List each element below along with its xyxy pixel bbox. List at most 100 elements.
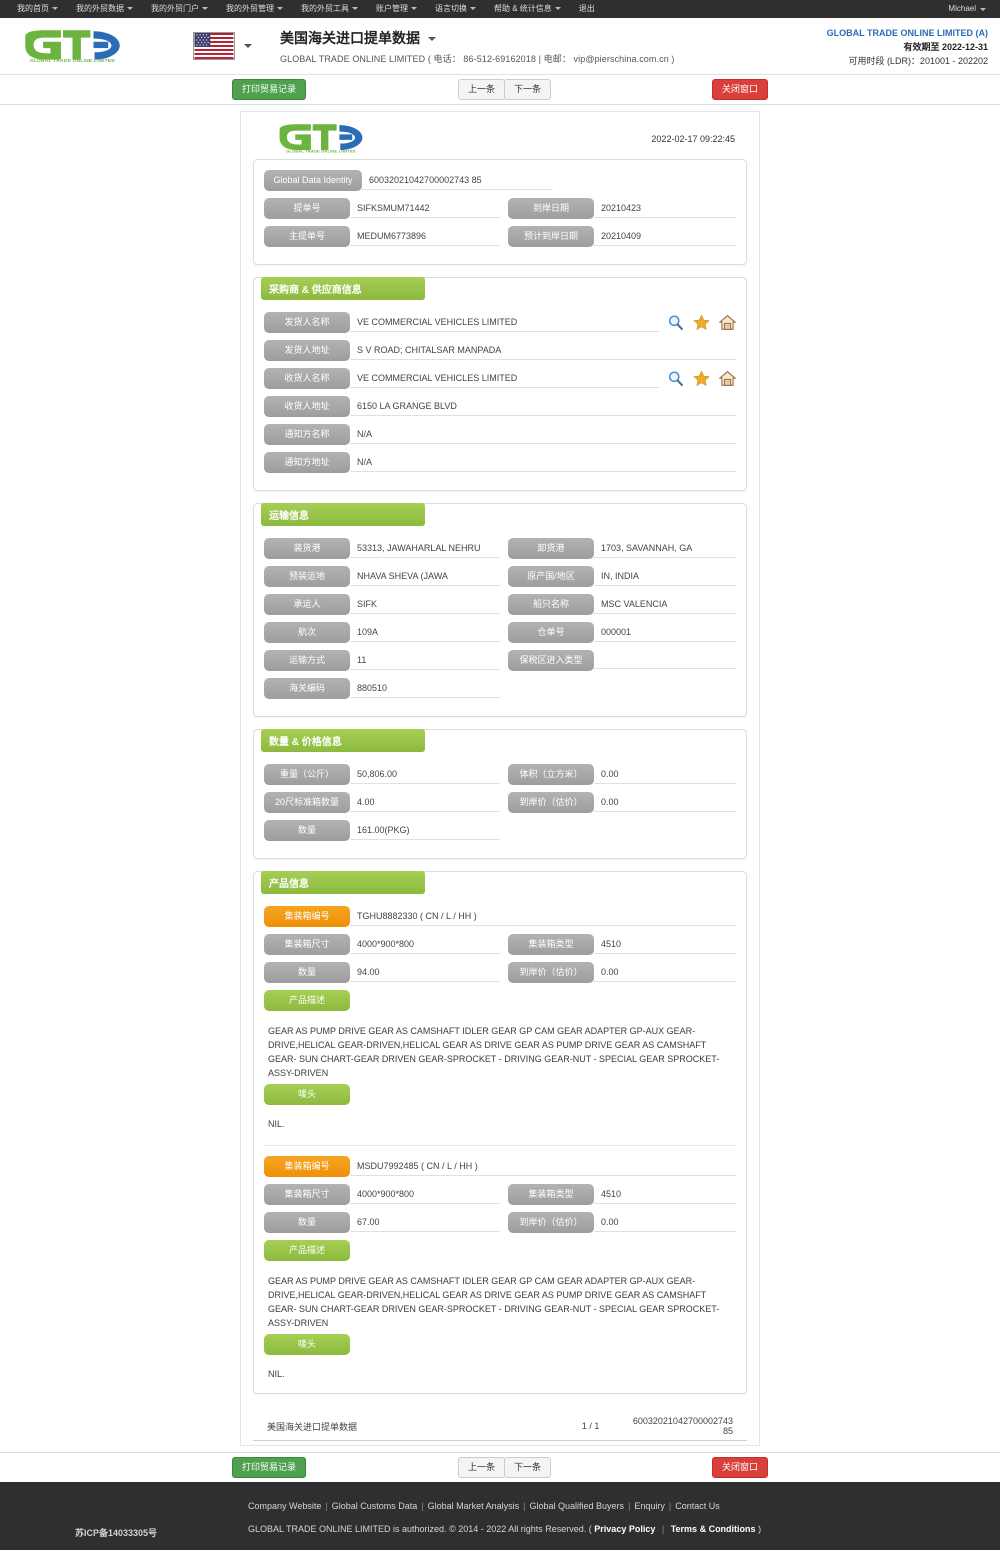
previous-record-button[interactable]: 上一条 (458, 79, 506, 100)
field-pair: 仓单号 000001 (500, 622, 736, 643)
transport-card: 运输信息 装货港 53313, JAWAHARLAL NEHRU 卸货港 1703, … (253, 503, 747, 717)
account-ldr-range: 可用时段 (LDR)：201001 - 202202 (848, 56, 988, 66)
user-menu-label[interactable]: Michael (939, 0, 985, 18)
field-value: 6150 LA GRANGE BLVD (350, 397, 736, 416)
print-record-button[interactable]: 打印贸易记录 (232, 79, 307, 100)
home-icon[interactable] (719, 314, 736, 331)
field-pair: 航次 109A (264, 622, 500, 643)
country-selector[interactable] (193, 32, 252, 60)
field-value: MSC VALENCIA (594, 595, 736, 614)
home-icon[interactable] (719, 370, 736, 387)
account-info: GLOBAL TRADE ONLINE LIMITED (A) 有效期至 202… (827, 26, 988, 68)
field-row: 数量 67.00 到岸价（估价） 0.00 (264, 1212, 736, 1233)
field-row: 发货人地址 S V ROAD; CHITALSAR MANPADA (264, 340, 736, 361)
terms-conditions-link[interactable]: Terms & Conditions (671, 1524, 756, 1534)
nav-item-6[interactable]: 语言切换 (426, 0, 485, 18)
company-contact-subtitle: GLOBAL TRADE ONLINE LIMITED ( 电话： 86-512… (280, 53, 675, 64)
page-title: 美国海关进口提单数据 (280, 29, 420, 46)
nav-item-5[interactable]: 账户管理 (367, 0, 426, 18)
chevron-down-icon (202, 7, 208, 11)
field-row: 航次 109A 仓单号 000001 (264, 622, 736, 643)
field-label: 承运人 (264, 594, 350, 615)
field-value: 109A (350, 623, 500, 642)
field-row: 集装箱编号 TGHU8882330 ( CN / L / HH ) (264, 906, 736, 927)
nav-item-label: 我的外贸门户 (151, 4, 199, 13)
field-row: 数量 94.00 到岸价（估价） 0.00 (264, 962, 736, 983)
field-row: 装货港 53313, JAWAHARLAL NEHRU 卸货港 1703, SAVAN… (264, 538, 736, 559)
svg-text:GLOBAL TRADE ONLINE LIMITED: GLOBAL TRADE ONLINE LIMITED (30, 58, 116, 63)
page-footer: 苏ICP备14033305号 Company Website | Global Cu… (0, 1482, 1000, 1550)
nav-item-8[interactable]: 退出 (570, 0, 604, 18)
footer-link-5[interactable]: Contact Us (675, 1501, 720, 1511)
next-record-button[interactable]: 下一条 (504, 79, 552, 100)
transport-rows: 装货港 53313, JAWAHARLAL NEHRU 卸货港 1703, SAVAN… (264, 538, 736, 699)
star-icon[interactable] (693, 314, 710, 331)
star-icon[interactable] (693, 370, 710, 387)
container-size-label: 集装箱尺寸 (264, 1184, 350, 1205)
field-label: 航次 (264, 622, 350, 643)
nav-item-7[interactable]: 帮助 & 统计信息 (485, 0, 570, 18)
nav-item-0[interactable]: 我的首页 (8, 0, 67, 18)
field-row: 集装箱尺寸 4000*900*800 集装箱类型 4510 (264, 1184, 736, 1205)
field-label: 预计到岸日期 (508, 226, 594, 247)
field-pair: 发货人名称 VE COMMERCIAL VEHICLES LIMITED (264, 312, 659, 333)
field-label: 体积（立方米） (508, 764, 594, 785)
field-value: 20210423 (594, 199, 736, 218)
footer-link-4[interactable]: Enquiry (634, 1501, 665, 1511)
close-window-button-bottom[interactable]: 关闭窗口 (712, 1457, 769, 1478)
footer-link-1[interactable]: Global Customs Data (332, 1501, 418, 1511)
footer-links: Company Website | Global Customs Data | Glob… (248, 1496, 1000, 1516)
chevron-down-icon[interactable] (428, 37, 436, 41)
chevron-down-icon (352, 7, 358, 11)
nav-item-label: 账户管理 (376, 4, 408, 13)
product-quantity-label: 数量 (264, 962, 350, 983)
footer-copyright-suffix: ) (758, 1524, 762, 1534)
section-title-product-info: 产品信息 (261, 871, 425, 894)
field-label: 20尺标准箱数量 (264, 792, 350, 813)
user-menu[interactable]: Michael (939, 0, 990, 18)
field-pair: 承运人 SIFK (264, 594, 500, 615)
section-title-quantity-price: 数量 & 价格信息 (261, 729, 425, 752)
field-value: 4.00 (350, 793, 500, 812)
footer-link-3[interactable]: Global Qualified Buyers (530, 1501, 625, 1511)
top-nav-items: 我的首页 我的外贸数据 我的外贸门户 我的外贸管理 我的外贸工具 账户管理 语言切换 帮助 &… (8, 0, 604, 18)
field-value: SIFK (350, 595, 500, 614)
footer-link-2[interactable]: Global Market Analysis (428, 1501, 520, 1511)
buyer-supplier-card: 采购商 & 供应商信息 发货人名称 VE COMMERCIAL VEHICLES … (253, 277, 747, 491)
search-icon[interactable] (667, 370, 684, 387)
gto-logo[interactable]: GLOBAL TRADE ONLINE LIMITED (20, 29, 135, 63)
footer-divider: | (325, 1501, 328, 1511)
field-pair: 集装箱尺寸 4000*900*800 (264, 1184, 500, 1205)
nav-item-3[interactable]: 我的外贸管理 (217, 0, 292, 18)
footer-link-0[interactable]: Company Website (248, 1501, 321, 1511)
product-item: 集装箱编号 MSDU7992485 ( CN / L / HH ) 集装箱尺寸 400… (264, 1156, 736, 1383)
nav-item-1[interactable]: 我的外贸数据 (67, 0, 142, 18)
nav-item-4[interactable]: 我的外贸工具 (292, 0, 367, 18)
container-size-value: 4000*900*800 (350, 1185, 500, 1204)
quantity-price-card: 数量 & 价格信息 重量（公斤） 50,806.00 体积（立方米） 0.00 20尺标… (253, 729, 747, 859)
close-window-button[interactable]: 关闭窗口 (712, 79, 769, 100)
field-value: VE COMMERCIAL VEHICLES LIMITED (350, 369, 659, 388)
search-icon[interactable] (667, 314, 684, 331)
section-title-buyer-supplier: 采购商 & 供应商信息 (261, 277, 425, 300)
cif-label: 到岸价（估价） (508, 1212, 594, 1233)
field-pair: 卸货港 1703, SAVANNAH, GA (500, 538, 736, 559)
nav-item-label: 我的首页 (17, 4, 49, 13)
footer-divider: | (661, 1524, 665, 1534)
field-pair: 装货港 53313, JAWAHARLAL NEHRU (264, 538, 500, 559)
field-pair: 提单号 SIFKSMUM71442 (264, 198, 500, 219)
previous-record-button-bottom[interactable]: 上一条 (458, 1457, 506, 1478)
gdi-row: Global Data Identity 6003202104270000274… (264, 170, 736, 191)
privacy-policy-link[interactable]: Privacy Policy (594, 1524, 655, 1534)
field-pair: 原产国/地区 IN, INDIA (500, 566, 736, 587)
print-record-button-bottom[interactable]: 打印贸易记录 (232, 1457, 307, 1478)
field-label: 发货人地址 (264, 340, 350, 361)
field-row: 通知方地址 N/A (264, 452, 736, 473)
nav-item-2[interactable]: 我的外贸门户 (142, 0, 217, 18)
field-value: 11 (350, 651, 500, 670)
row-action-icons (659, 370, 736, 387)
field-value: 161.00(PKG) (350, 821, 500, 840)
top-navigation-bar: 我的首页 我的外贸数据 我的外贸门户 我的外贸管理 我的外贸工具 账户管理 语言切换 帮助 &… (0, 0, 1000, 18)
next-record-button-bottom[interactable]: 下一条 (504, 1457, 552, 1478)
identity-rows: 提单号 SIFKSMUM71442 到岸日期 20210423 主提单号 MEDUM677… (264, 198, 736, 247)
